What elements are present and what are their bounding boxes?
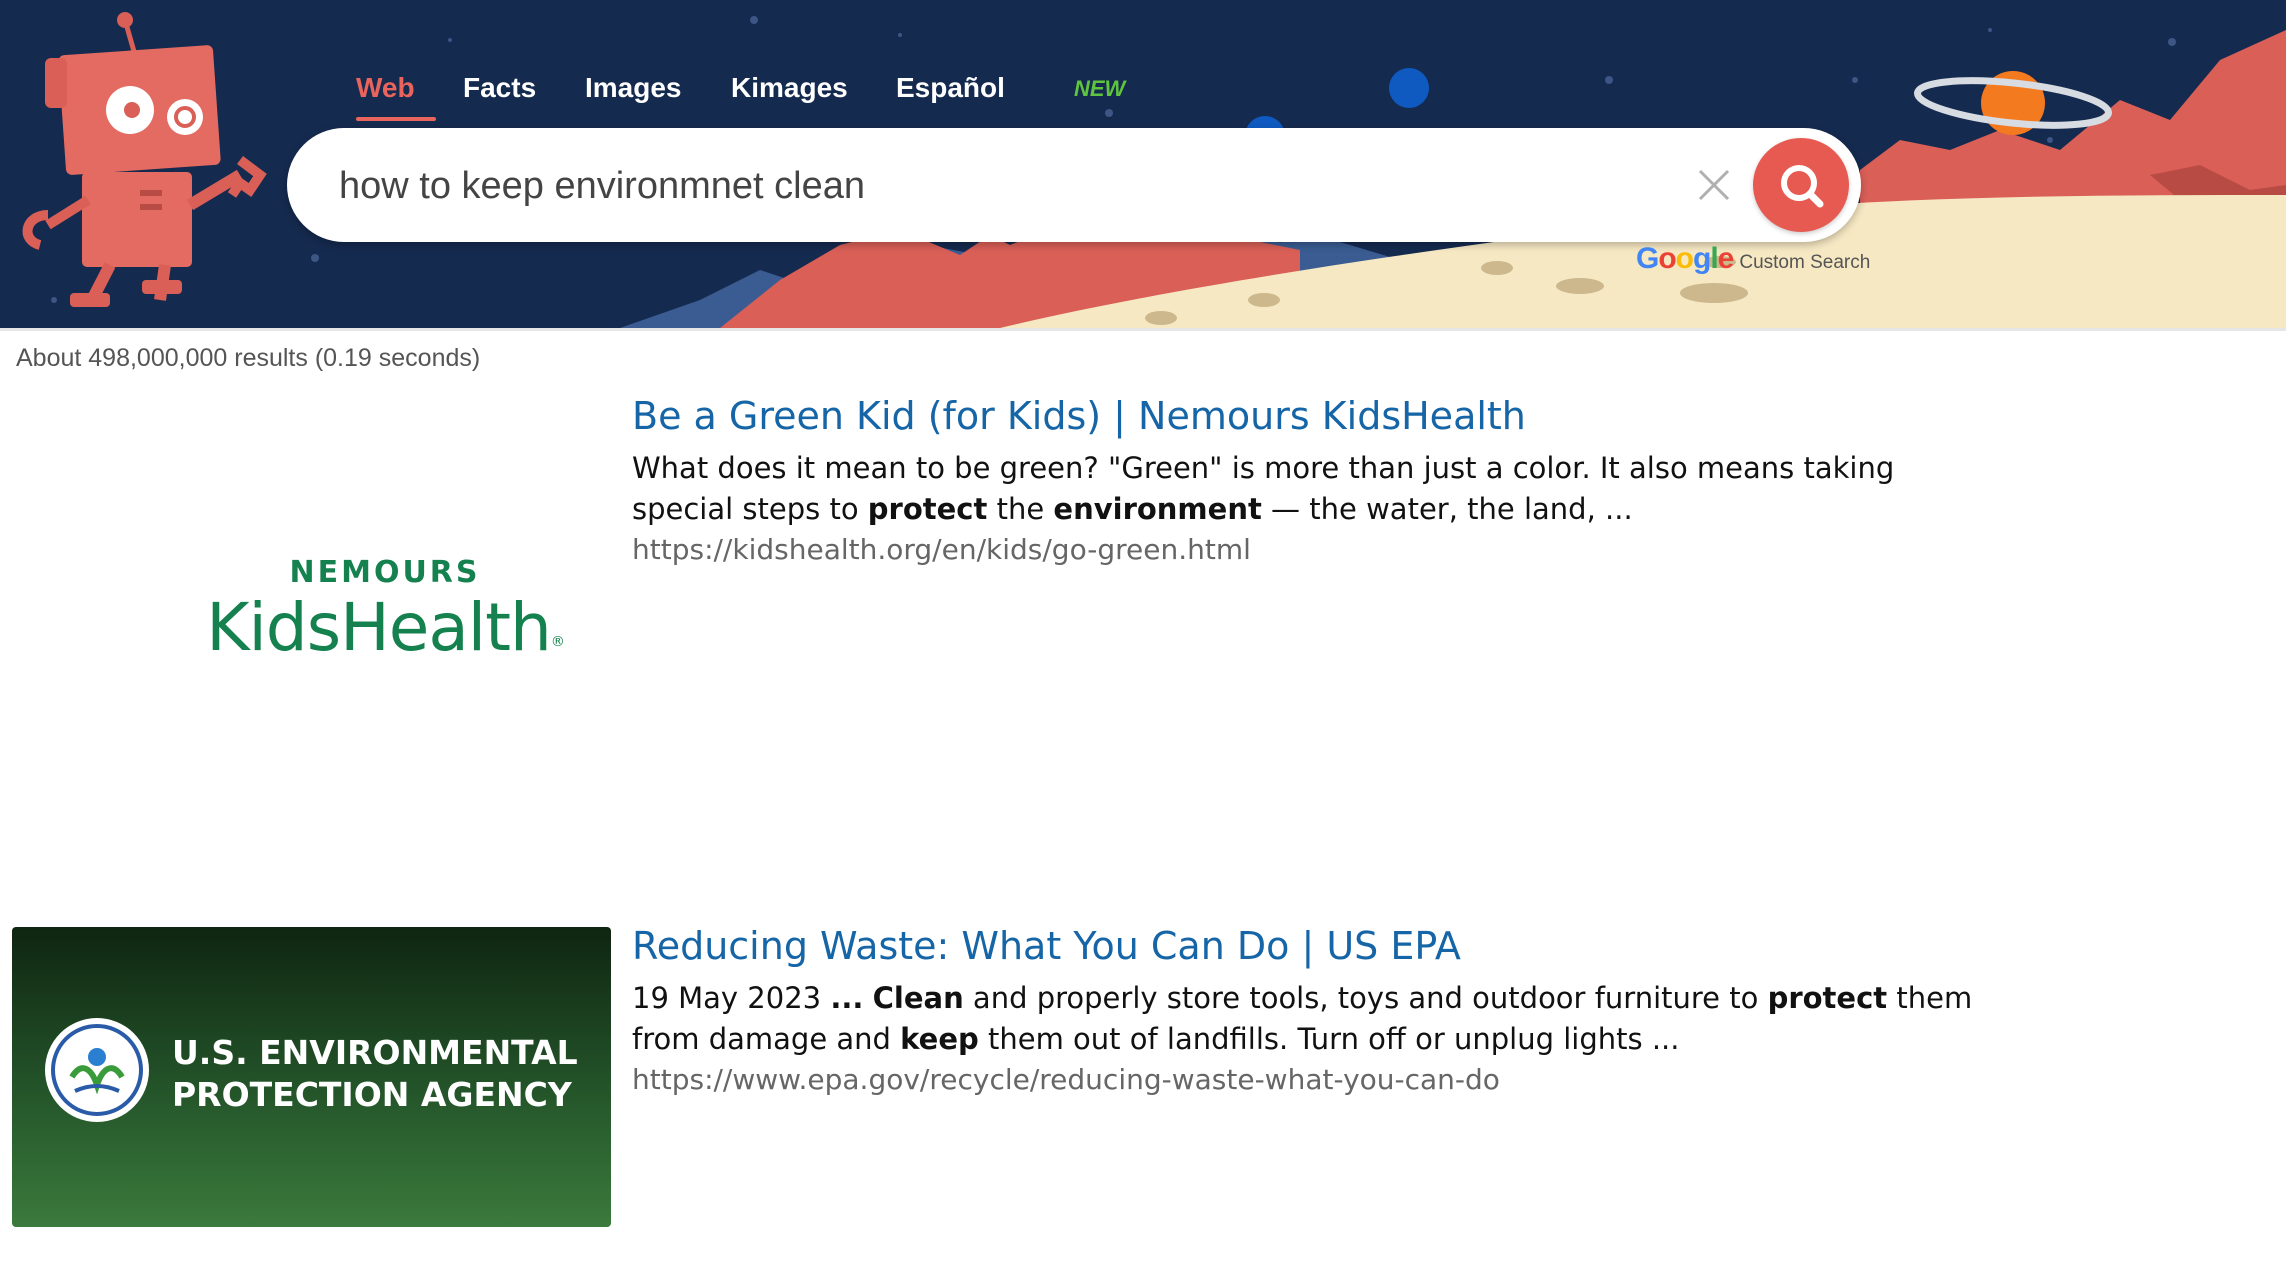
snippet-highlight: protect [1767, 981, 1888, 1015]
active-tab-underline [356, 117, 436, 121]
robot-mascot-icon [22, 12, 267, 307]
thumb-line-1: NEMOURS [289, 555, 481, 590]
google-logo: Google [1636, 242, 1734, 275]
result-title-link[interactable]: Reducing Waste: What You Can Do | US EPA [632, 924, 1461, 968]
custom-search-label: Custom Search [1739, 252, 1871, 273]
snippet-highlight: keep [900, 1022, 979, 1056]
result-snippet: 19 May 2023 ... Clean and properly store… [632, 978, 1992, 1060]
search-button[interactable] [1753, 138, 1849, 232]
clear-x-icon [1698, 169, 1730, 201]
clear-search-button[interactable] [1694, 165, 1734, 205]
epa-seal-icon [45, 1018, 149, 1122]
snippet-highlight: ... [830, 981, 864, 1015]
registered-mark: ® [550, 634, 565, 650]
google-custom-search-attribution: Google Custom Search [1636, 242, 1870, 278]
snippet-text: 19 May 2023 [632, 981, 831, 1015]
thumb-line-2: PROTECTION AGENCY [172, 1075, 572, 1114]
tab-facts[interactable]: Facts [463, 72, 536, 104]
search-bar [287, 128, 1861, 242]
snippet-highlight: protect [867, 492, 988, 526]
tab-web[interactable]: Web [356, 72, 415, 104]
snippet-text: them out of landfills. Turn off or unplu… [978, 1022, 1680, 1056]
tab-espanol-label: Español [896, 72, 1005, 103]
snippet-highlight: Clean [872, 981, 964, 1015]
snippet-text [863, 981, 872, 1015]
header-banner: Web Facts Images Kimages Español NEW Goo… [0, 0, 2286, 331]
result-url[interactable]: https://www.epa.gov/recycle/reducing-was… [632, 1063, 1500, 1096]
result-snippet: What does it mean to be green? "Green" i… [632, 448, 1992, 530]
epa-name-text: U.S. ENVIRONMENTAL PROTECTION AGENCY [172, 1032, 578, 1116]
tab-espanol[interactable]: Español NEW [896, 72, 1125, 104]
search-magnifier-icon [1781, 165, 1824, 208]
result-url[interactable]: https://kidshealth.org/en/kids/go-green.… [632, 533, 1251, 566]
snippet-text: — the water, the land, ... [1261, 492, 1633, 526]
new-badge: NEW [1074, 76, 1126, 101]
tab-images[interactable]: Images [585, 72, 682, 104]
thumb-line-2: KidsHealth [206, 589, 552, 666]
thumb-line-1: U.S. ENVIRONMENTAL [172, 1033, 578, 1072]
snippet-text: and properly store tools, toys and outdo… [963, 981, 1768, 1015]
result-thumbnail-kidshealth[interactable]: NEMOURS KidsHealth® [150, 555, 620, 685]
search-input[interactable] [337, 152, 1641, 220]
tab-kimages[interactable]: Kimages [731, 72, 848, 104]
snippet-highlight: environment [1053, 492, 1262, 526]
result-title-link[interactable]: Be a Green Kid (for Kids) | Nemours Kids… [632, 394, 1526, 438]
result-thumbnail-epa[interactable]: U.S. ENVIRONMENTAL PROTECTION AGENCY [12, 927, 611, 1227]
snippet-text: the [987, 492, 1054, 526]
result-stats: About 498,000,000 results (0.19 seconds) [16, 344, 481, 372]
planet-icon [1914, 71, 2112, 135]
